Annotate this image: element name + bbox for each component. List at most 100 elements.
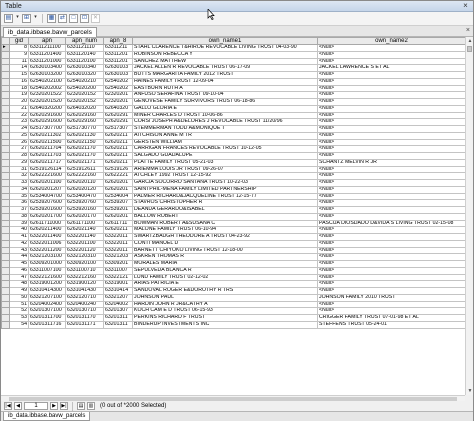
record-number-input[interactable]: 1 [24,402,48,410]
table-row[interactable]: 33 62620201100 6262020110 62620201 GARCIA SO… [1,179,465,187]
cell-gid[interactable]: 29 [9,158,29,167]
table-row[interactable]: 31 62519126114 6251912611 62519126 ARIEMMA L… [1,165,465,174]
cell-gid[interactable]: 14 [9,64,29,72]
cell-apn[interactable]: 62620291600 [28,118,66,126]
table-row[interactable]: 51 63204002400 6320400240 63204002 HARDIN JO… [1,300,465,309]
row-selector[interactable] [1,185,10,194]
row-selector[interactable] [1,131,10,140]
cell-apn-num[interactable]: 6262021170 [65,145,104,153]
row-selector[interactable] [1,118,10,126]
cell-apn[interactable]: 62517307700 [28,125,66,133]
cell-apn-8[interactable]: 62620201 [103,212,133,221]
table-row[interactable]: 34 62620201207 6262020120 62620201 SAINTPHIL… [1,185,465,194]
table-row[interactable]: 29 62620211717 6262021171 62620211 PLATTE FA… [1,158,465,167]
cell-own-name2[interactable]: CRIGGER FAMILY TRUST 07-01-98 ET AL [317,314,465,322]
cell-own-name2[interactable]: <Null> [317,307,465,315]
row-selector[interactable] [1,266,10,275]
cell-apn-num[interactable]: 6320131170 [65,314,104,322]
zoom-to-selected-icon[interactable]: ⊡ [80,14,89,23]
cell-apn[interactable]: 63311201000 [28,57,66,66]
row-selector[interactable] [1,111,10,120]
cell-apn[interactable]: 62620201700 [28,212,66,221]
cell-own-name2[interactable]: <Null> [317,71,465,79]
cell-own-name1[interactable]: PERKINS RICHARD F TRUST [132,314,318,322]
cell-apn[interactable]: 63321207100 [28,293,66,302]
row-selector[interactable] [1,219,10,228]
cell-own-name2[interactable]: <Null> [317,91,465,99]
cell-own-name2[interactable]: <Null> [317,84,465,93]
cell-gid[interactable]: 49 [9,287,29,295]
cell-apn-8[interactable]: 62620201 [103,185,133,194]
cell-apn-num[interactable]: 6262021130 [65,131,104,140]
cell-apn-num[interactable]: 6332201120 [65,246,104,255]
cell-own-name1[interactable]: ANFUSO SERAFINA TRUST 09-10-04 [132,91,318,99]
cell-gid[interactable]: 35 [9,192,29,201]
table-row[interactable]: 9 63311201400 6331120140 63311201 ROBINSON R… [1,50,465,59]
cell-apn[interactable]: 63311201400 [28,50,66,59]
row-selector[interactable] [1,57,10,66]
table-row[interactable]: 44 63321203100 6332120310 63321203 ASKREN TH… [1,253,465,261]
cell-own-name2[interactable]: <Null> [317,273,465,282]
cell-apn[interactable]: 62540202100 [28,77,66,86]
next-record-icon[interactable]: ▶ [50,402,58,410]
row-selector[interactable] [1,71,10,79]
table-row[interactable]: 47 63322121600 6332212160 63322121 LUND FAMI… [1,273,465,282]
cell-apn-num[interactable]: 6332201140 [65,233,104,241]
cell-own-name2[interactable]: <Null> [317,185,465,194]
cell-own-name1[interactable]: ARIAS PATRICIA E [132,280,318,288]
cell-own-name2[interactable]: <Null> [317,104,465,113]
cell-gid[interactable]: 54 [9,320,29,329]
row-selector[interactable] [1,287,10,295]
cell-apn-8[interactable]: 62519126 [103,165,133,174]
cell-own-name2[interactable]: <Null> [317,57,465,66]
table-row[interactable]: 25 62620211302 6262021130 62620211 AITCHISON… [1,131,465,140]
cell-gid[interactable]: 45 [9,260,29,268]
cell-own-name1[interactable]: STAVROS CHRISTOPHER R [132,199,318,207]
cell-apn-8[interactable]: 62620291 [103,118,133,126]
cell-own-name2[interactable]: <Null> [317,98,465,106]
table-row[interactable]: 24 62517307700 6251730770 62517307 STEMMERMA… [1,125,465,133]
cell-gid[interactable]: 11 [9,57,29,66]
table-row[interactable]: 23 62620291600 6262029160 62620291 CORSI JOS… [1,118,465,126]
cell-apn-num[interactable]: 6262020170 [65,212,104,221]
table-row[interactable]: 39 62611711000 6261171100 62611711 BOWMAN RO… [1,219,465,228]
cell-own-name2[interactable]: JACKEL LAWRENCE S ET AL [317,64,465,72]
cell-apn-8[interactable]: 62620211 [103,226,133,234]
cell-apn-8[interactable]: 62620211 [103,138,133,147]
row-selector[interactable] [1,212,10,221]
cell-own-name2[interactable]: <Null> [317,253,465,261]
cell-apn-num[interactable]: 6232020152 [65,98,104,106]
row-selector[interactable] [1,172,10,180]
cell-own-name2[interactable]: <Null> [317,246,465,255]
cell-gid[interactable]: 16 [9,77,29,86]
table-row[interactable]: 37 62539201600 6253920160 62539201 DEANDA GE… [1,206,465,214]
cell-own-name1[interactable]: GENOVESE FAMILY SURVIVORS TRUST 06-18-86 [132,98,318,106]
cell-apn-num[interactable]: 6263010340 [65,64,104,72]
cell-own-name1[interactable]: GALLO GLORIA E [132,104,318,113]
cell-apn-8[interactable]: 62640320 [103,104,133,113]
table-row[interactable]: 26 62620211500 6262021150 62620211 GERSTEN W… [1,138,465,147]
cell-gid[interactable]: 23 [9,118,29,126]
row-selector[interactable] [1,253,10,261]
cell-apn[interactable]: 62539207600 [28,199,66,207]
table-row[interactable]: 32 62622221600 6262222160 62622221 ATCHLEY 1… [1,172,465,180]
table-row[interactable]: 40 62620211400 6262021140 62620211 MALONE FA… [1,226,465,234]
cell-apn[interactable]: 63319001200 [28,280,66,288]
cell-apn-num[interactable]: 6331120100 [65,57,104,66]
cell-apn-8[interactable]: 63311211 [103,44,133,52]
cell-own-name2[interactable]: <Null> [317,111,465,120]
table-row[interactable]: 28 62620211703 6262021170 62620211 SALGADO G… [1,152,465,160]
cell-apn[interactable]: 63311007100 [28,266,66,275]
cell-apn-num[interactable]: 6262021150 [65,138,104,147]
cell-apn[interactable]: 62620211400 [28,226,66,234]
cell-apn-num[interactable]: 6332212160 [65,273,104,282]
cell-apn[interactable]: 62519126114 [28,165,66,174]
cell-apn-8[interactable]: 62620211 [103,131,133,140]
cell-apn[interactable]: 62320201522 [28,91,66,99]
cell-own-name1[interactable]: BUTTS MARGARITA FAMILY 2012 TRUST [132,71,318,79]
row-selector[interactable] [1,260,10,268]
cell-apn[interactable]: 62620291600 [28,111,66,120]
cell-apn[interactable]: 63322121600 [28,273,66,282]
cell-own-name1[interactable]: JACKEL ALLEN R REVOCABLE TRUST 06-17-09 [132,64,318,72]
cell-apn-8[interactable]: 62630103 [103,64,133,72]
